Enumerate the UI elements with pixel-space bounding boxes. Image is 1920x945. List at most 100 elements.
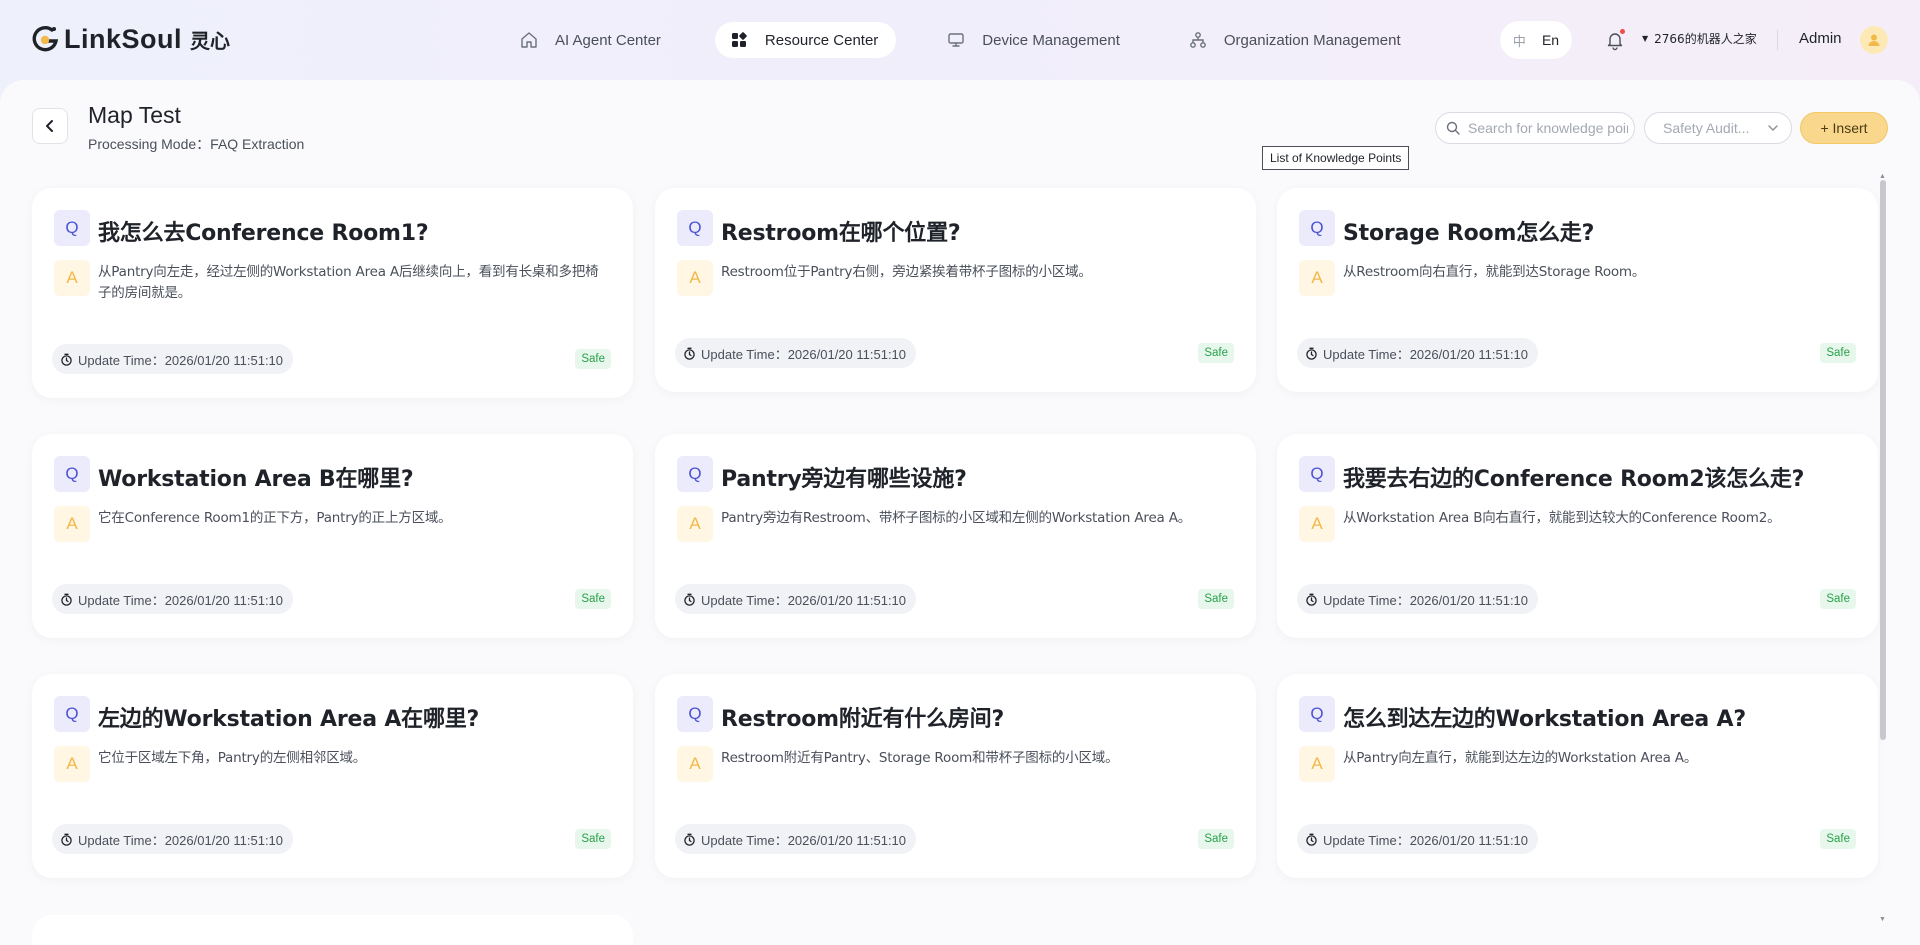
monitor-icon [946,30,966,50]
status-badge: Safe [1820,829,1856,849]
update-time: Update Time：2026/01/20 11:51:10 [675,584,917,614]
search-box[interactable] [1435,112,1635,144]
nav-resource-center[interactable]: Resource Center [714,22,897,58]
nav-ai-agent-center[interactable]: AI Agent Center [505,22,679,58]
knowledge-card[interactable]: Q Pantry旁边有哪些设施? A Pantry旁边有Restroom、带杯子… [655,434,1256,638]
update-time: Update Time：2026/01/20 11:51:10 [675,338,917,368]
question-text: Restroom在哪个位置? [721,221,961,246]
answer-badge: A [54,506,90,542]
chevron-down-icon [1768,125,1778,131]
status-badge: Safe [575,589,611,609]
answer-badge: A [1299,260,1335,296]
question-text: 怎么到达左边的Workstation Area A? [1343,707,1746,732]
grid-icon [729,30,749,50]
status-badge: Safe [575,829,611,849]
scrollbar-thumb[interactable] [1880,180,1886,740]
notification-bell-icon[interactable] [1604,29,1626,51]
question-text: Workstation Area B在哪里? [98,467,414,492]
answer-badge: A [677,260,713,296]
question-badge: Q [677,696,713,732]
stopwatch-icon [60,353,73,366]
update-time: Update Time：2026/01/20 11:51:10 [52,344,294,374]
question-badge: Q [54,210,90,246]
status-badge: Safe [1198,829,1234,849]
answer-text: 从Restroom向右直行，就能到达Storage Room。 [1343,264,1646,280]
question-badge: Q [1299,210,1335,246]
knowledge-card-partial[interactable] [32,915,633,945]
app-logo[interactable]: LinkSoul 灵心 [30,22,230,56]
question-text: Pantry旁边有哪些设施? [721,467,967,492]
question-text: Restroom附近有什么房间? [721,707,1005,732]
logo-text-cn: 灵心 [190,28,230,53]
knowledge-card[interactable]: Q 左边的Workstation Area A在哪里? A 它位于区域左下角，P… [32,674,633,878]
status-badge: Safe [1820,589,1856,609]
update-time-text: Update Time：2026/01/20 11:51:10 [1323,346,1529,362]
insert-button[interactable]: + Insert [1800,112,1888,144]
stopwatch-icon [1305,347,1318,360]
user-name[interactable]: Admin [1799,30,1842,47]
knowledge-card[interactable]: Q Workstation Area B在哪里? A 它在Conference … [32,434,633,638]
language-switch: 中 En [1500,21,1572,59]
nav-label: Organization Management [1223,31,1401,49]
update-time-text: Update Time：2026/01/20 11:51:10 [78,832,284,848]
answer-text: Pantry旁边有Restroom、带杯子图标的小区域和左侧的Workstati… [721,510,1192,526]
status-badge: Safe [1820,343,1856,363]
update-time-text: Update Time：2026/01/20 11:51:10 [1323,832,1529,848]
answer-badge: A [54,260,90,296]
home-icon [519,30,539,50]
caret-down-icon: ▼ [1642,34,1649,43]
update-time: Update Time：2026/01/20 11:51:10 [1297,824,1539,854]
update-time: Update Time：2026/01/20 11:51:10 [52,824,294,854]
status-badge: Safe [1198,589,1234,609]
answer-badge: A [677,506,713,542]
update-time-text: Update Time：2026/01/20 11:51:10 [701,592,907,608]
update-time-text: Update Time：2026/01/20 11:51:10 [1323,592,1529,608]
lang-option-en[interactable]: En [1534,32,1567,48]
answer-badge: A [1299,506,1335,542]
update-time: Update Time：2026/01/20 11:51:10 [675,824,917,854]
knowledge-card[interactable]: Q 我怎么去Conference Room1? A 从Pantry向左走，经过左… [32,188,633,398]
stopwatch-icon [60,593,73,606]
update-time: Update Time：2026/01/20 11:51:10 [1297,338,1539,368]
scroll-down-arrow-icon[interactable]: ▼ [1879,916,1886,923]
notification-dot [1620,29,1625,34]
answer-badge: A [1299,746,1335,782]
answer-text: 它在Conference Room1的正下方，Pantry的正上方区域。 [98,510,452,526]
answer-text: 从Pantry向左直行，就能到达左边的Workstation Area A。 [1343,750,1698,766]
question-badge: Q [1299,456,1335,492]
avatar[interactable] [1860,26,1888,54]
logo-text: LinkSoul [64,23,182,54]
back-button[interactable] [32,108,68,144]
answer-badge: A [54,746,90,782]
knowledge-card[interactable]: Q Restroom附近有什么房间? A Restroom附近有Pantry、S… [655,674,1256,878]
knowledge-card[interactable]: Q Storage Room怎么走? A 从Restroom向右直行，就能到达S… [1277,188,1878,392]
answer-text: 从Pantry向左走，经过左侧的Workstation Area A后继续向上，… [98,264,599,301]
question-badge: Q [54,456,90,492]
header-divider [1777,30,1778,50]
question-badge: Q [677,210,713,246]
top-bar: LinkSoul 灵心 AI Agent Center Resource Cen… [0,0,1920,80]
question-text: Storage Room怎么走? [1343,221,1595,246]
lang-option-zh[interactable]: 中 [1505,31,1534,50]
update-time-text: Update Time：2026/01/20 11:51:10 [701,832,907,848]
safety-audit-select[interactable]: Safety Audit... [1644,112,1792,144]
nav-device-management[interactable]: Device Management [932,22,1138,58]
answer-text: Restroom附近有Pantry、Storage Room和带杯子图标的小区域… [721,750,1119,766]
status-badge: Safe [575,349,611,369]
answer-badge: A [677,746,713,782]
main-nav: AI Agent Center Resource Center Device M… [505,22,1455,58]
main-content: Map Test Processing Mode：FAQ Extraction … [0,80,1920,945]
safety-audit-placeholder: Safety Audit... [1663,120,1750,136]
nav-label: Resource Center [764,31,879,49]
status-badge: Safe [1198,343,1234,363]
stopwatch-icon [1305,833,1318,846]
knowledge-card[interactable]: Q Restroom在哪个位置? A Restroom位于Pantry右侧，旁边… [655,188,1256,392]
scroll-up-arrow-icon[interactable]: ▲ [1879,173,1886,180]
knowledge-card[interactable]: Q 怎么到达左边的Workstation Area A? A 从Pantry向左… [1277,674,1878,878]
search-input[interactable] [1468,120,1628,136]
nav-label: AI Agent Center [555,31,661,49]
question-text: 我要去右边的Conference Room2该怎么走? [1343,467,1805,492]
nav-organization-management[interactable]: Organization Management [1174,22,1419,58]
workspace-selector[interactable]: ▼ 2766的机器人之家 [1642,30,1757,47]
knowledge-card[interactable]: Q 我要去右边的Conference Room2该怎么走? A 从Worksta… [1277,434,1878,638]
